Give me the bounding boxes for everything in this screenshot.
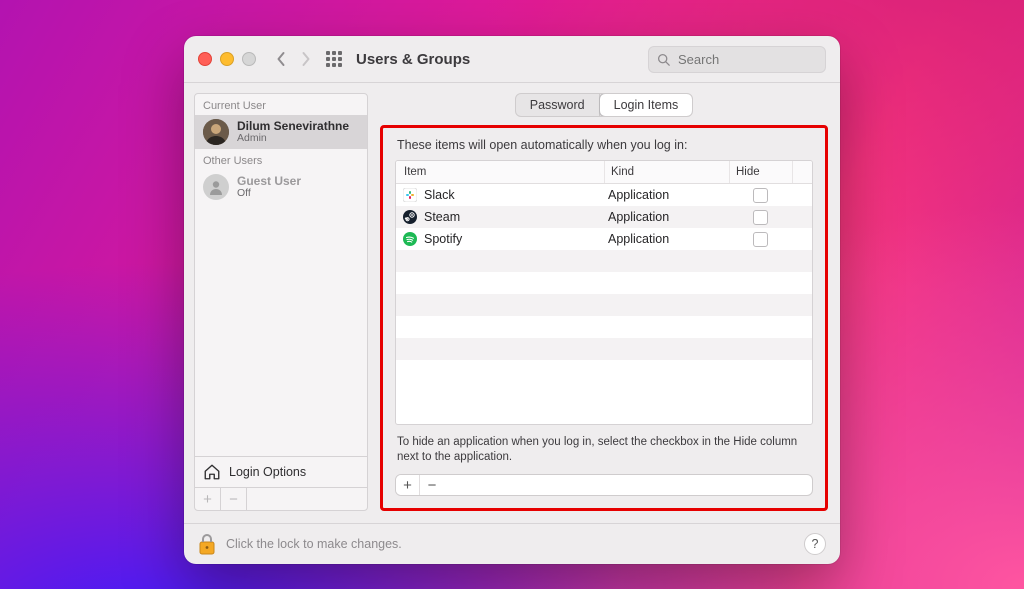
footer: Click the lock to make changes. ? [184, 523, 840, 564]
search-icon [657, 53, 670, 66]
hide-checkbox[interactable] [753, 188, 768, 203]
table-row [396, 294, 812, 316]
tab-password[interactable]: Password [516, 94, 600, 116]
minimize-window-button[interactable] [220, 52, 234, 66]
login-items-add-remove: + − [395, 474, 813, 496]
steam-icon [402, 209, 418, 225]
show-all-prefs-button[interactable] [326, 51, 342, 67]
window-controls [198, 52, 256, 66]
sidebar-add-remove: + − [195, 487, 367, 510]
login-items-hint: To hide an application when you log in, … [397, 435, 811, 466]
remove-user-button[interactable]: − [221, 488, 247, 510]
table-row [396, 316, 812, 338]
sidebar-user-current[interactable]: Dilum Senevirathne Admin [195, 115, 367, 149]
table-row[interactable]: Slack Application [396, 184, 812, 206]
table-header: Item Kind Hide [396, 161, 812, 184]
lock-icon [198, 533, 216, 555]
spotify-icon [402, 231, 418, 247]
sidebar-user-role: Off [237, 187, 301, 199]
back-button[interactable] [270, 46, 292, 72]
login-options-button[interactable]: Login Options [195, 456, 367, 487]
login-items-description: These items will open automatically when… [397, 138, 813, 152]
tab-bar: Password Login Items [515, 93, 694, 117]
col-item[interactable]: Item [396, 161, 605, 183]
table-row[interactable]: Steam Application [396, 206, 812, 228]
user-avatar-icon [203, 119, 229, 145]
chevron-right-icon [300, 51, 311, 67]
forward-button[interactable] [294, 46, 316, 72]
users-sidebar: Current User Dilum Senevirathne Admin Ot… [194, 93, 368, 511]
item-name: Slack [424, 188, 455, 202]
close-window-button[interactable] [198, 52, 212, 66]
add-login-item-button[interactable]: + [396, 475, 420, 495]
guest-avatar-icon [208, 179, 224, 195]
login-items-table: Item Kind Hide Slack Application Steam Appl… [395, 160, 813, 425]
item-name: Spotify [424, 232, 462, 246]
sidebar-user-name: Dilum Senevirathne [237, 120, 349, 133]
sidebar-section-other-users: Other Users [195, 149, 367, 170]
sidebar-section-current-user: Current User [195, 94, 367, 115]
help-button[interactable]: ? [804, 533, 826, 555]
item-name: Steam [424, 210, 460, 224]
hide-checkbox[interactable] [753, 232, 768, 247]
search-field[interactable] [648, 46, 826, 73]
table-row [396, 250, 812, 272]
lock-hint: Click the lock to make changes. [226, 537, 402, 551]
col-hide[interactable]: Hide [730, 161, 793, 183]
remove-login-item-button[interactable]: − [420, 475, 444, 495]
hide-checkbox[interactable] [753, 210, 768, 225]
system-preferences-window: Users & Groups Current User Dilum S [184, 36, 840, 564]
item-kind: Application [602, 184, 726, 206]
avatar [203, 174, 229, 200]
login-items-panel: These items will open automatically when… [380, 125, 828, 511]
search-input[interactable] [676, 51, 817, 68]
table-row[interactable]: Spotify Application [396, 228, 812, 250]
window-title: Users & Groups [356, 51, 470, 68]
col-kind[interactable]: Kind [605, 161, 730, 183]
login-options-label: Login Options [229, 465, 306, 479]
sidebar-user-role: Admin [237, 132, 349, 144]
tab-login-items[interactable]: Login Items [599, 93, 694, 117]
add-user-button[interactable]: + [195, 488, 221, 510]
item-kind: Application [602, 228, 726, 250]
main-content: Password Login Items These items will op… [380, 93, 828, 511]
table-row [396, 272, 812, 294]
item-kind: Application [602, 206, 726, 228]
table-row [396, 338, 812, 360]
avatar [203, 119, 229, 145]
chevron-left-icon [276, 51, 287, 67]
lock-button[interactable] [198, 533, 216, 555]
titlebar: Users & Groups [184, 36, 840, 83]
sidebar-user-name: Guest User [237, 175, 301, 188]
house-icon [203, 463, 221, 481]
zoom-window-button[interactable] [242, 52, 256, 66]
sidebar-user-guest[interactable]: Guest User Off [195, 170, 367, 204]
slack-icon [402, 187, 418, 203]
table-row [396, 360, 812, 382]
